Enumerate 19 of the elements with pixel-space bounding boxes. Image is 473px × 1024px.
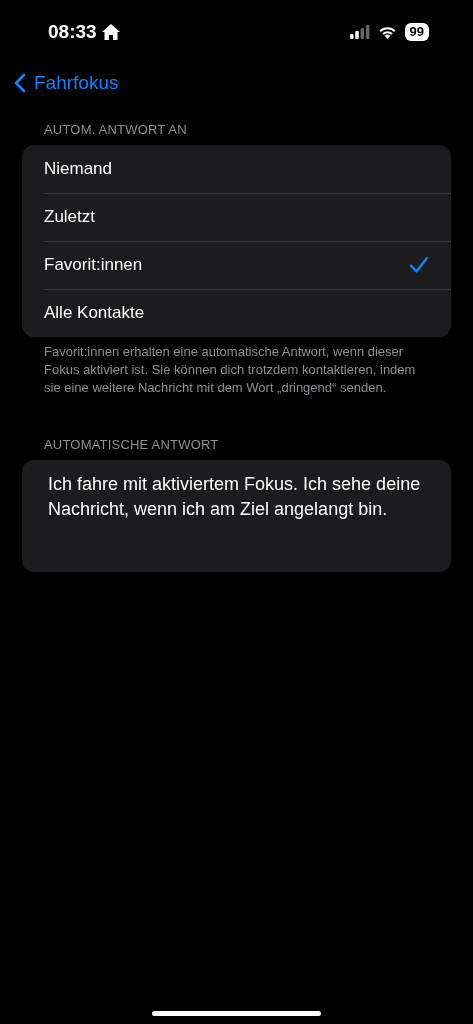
section-header: AUTOMATISCHE ANTWORT <box>43 437 220 452</box>
option-label: Alle Kontakte <box>44 303 145 323</box>
option-label: Zuletzt <box>44 207 96 227</box>
option-row[interactable]: Zuletzt <box>22 193 451 241</box>
back-button[interactable]: Fahrfokus <box>14 72 119 94</box>
option-row[interactable]: Alle Kontakte <box>22 289 451 337</box>
reply-field[interactable]: Ich fahre mit aktiviertem Fokus. Ich sehe deine Nachricht, wenn ich am Ziel angelangt bin. <box>22 460 451 572</box>
section-header: AUTOM. ANTWORT AN <box>43 122 188 137</box>
home-icon <box>100 23 121 41</box>
option-row[interactable]: Favorit:innen <box>22 241 451 289</box>
footer-note: Favorit:innen erhalten eine automatische Antwort, wenn dieser Fokus aktiviert ist. Sie können dich trotzdem kontaktieren, indem sie eine weitere Nachricht mit dem Wort „dringend“ senden. <box>43 343 417 397</box>
wifi-icon <box>377 25 397 39</box>
option-label: Niemand <box>44 159 113 179</box>
status-time: 08:33 <box>48 21 97 43</box>
option-row[interactable]: Niemand <box>22 145 451 193</box>
signal-icon <box>349 25 370 39</box>
battery-level: 99 <box>404 23 429 41</box>
back-chevron-icon <box>14 73 26 93</box>
option-label: Favorit:innen <box>44 255 143 275</box>
